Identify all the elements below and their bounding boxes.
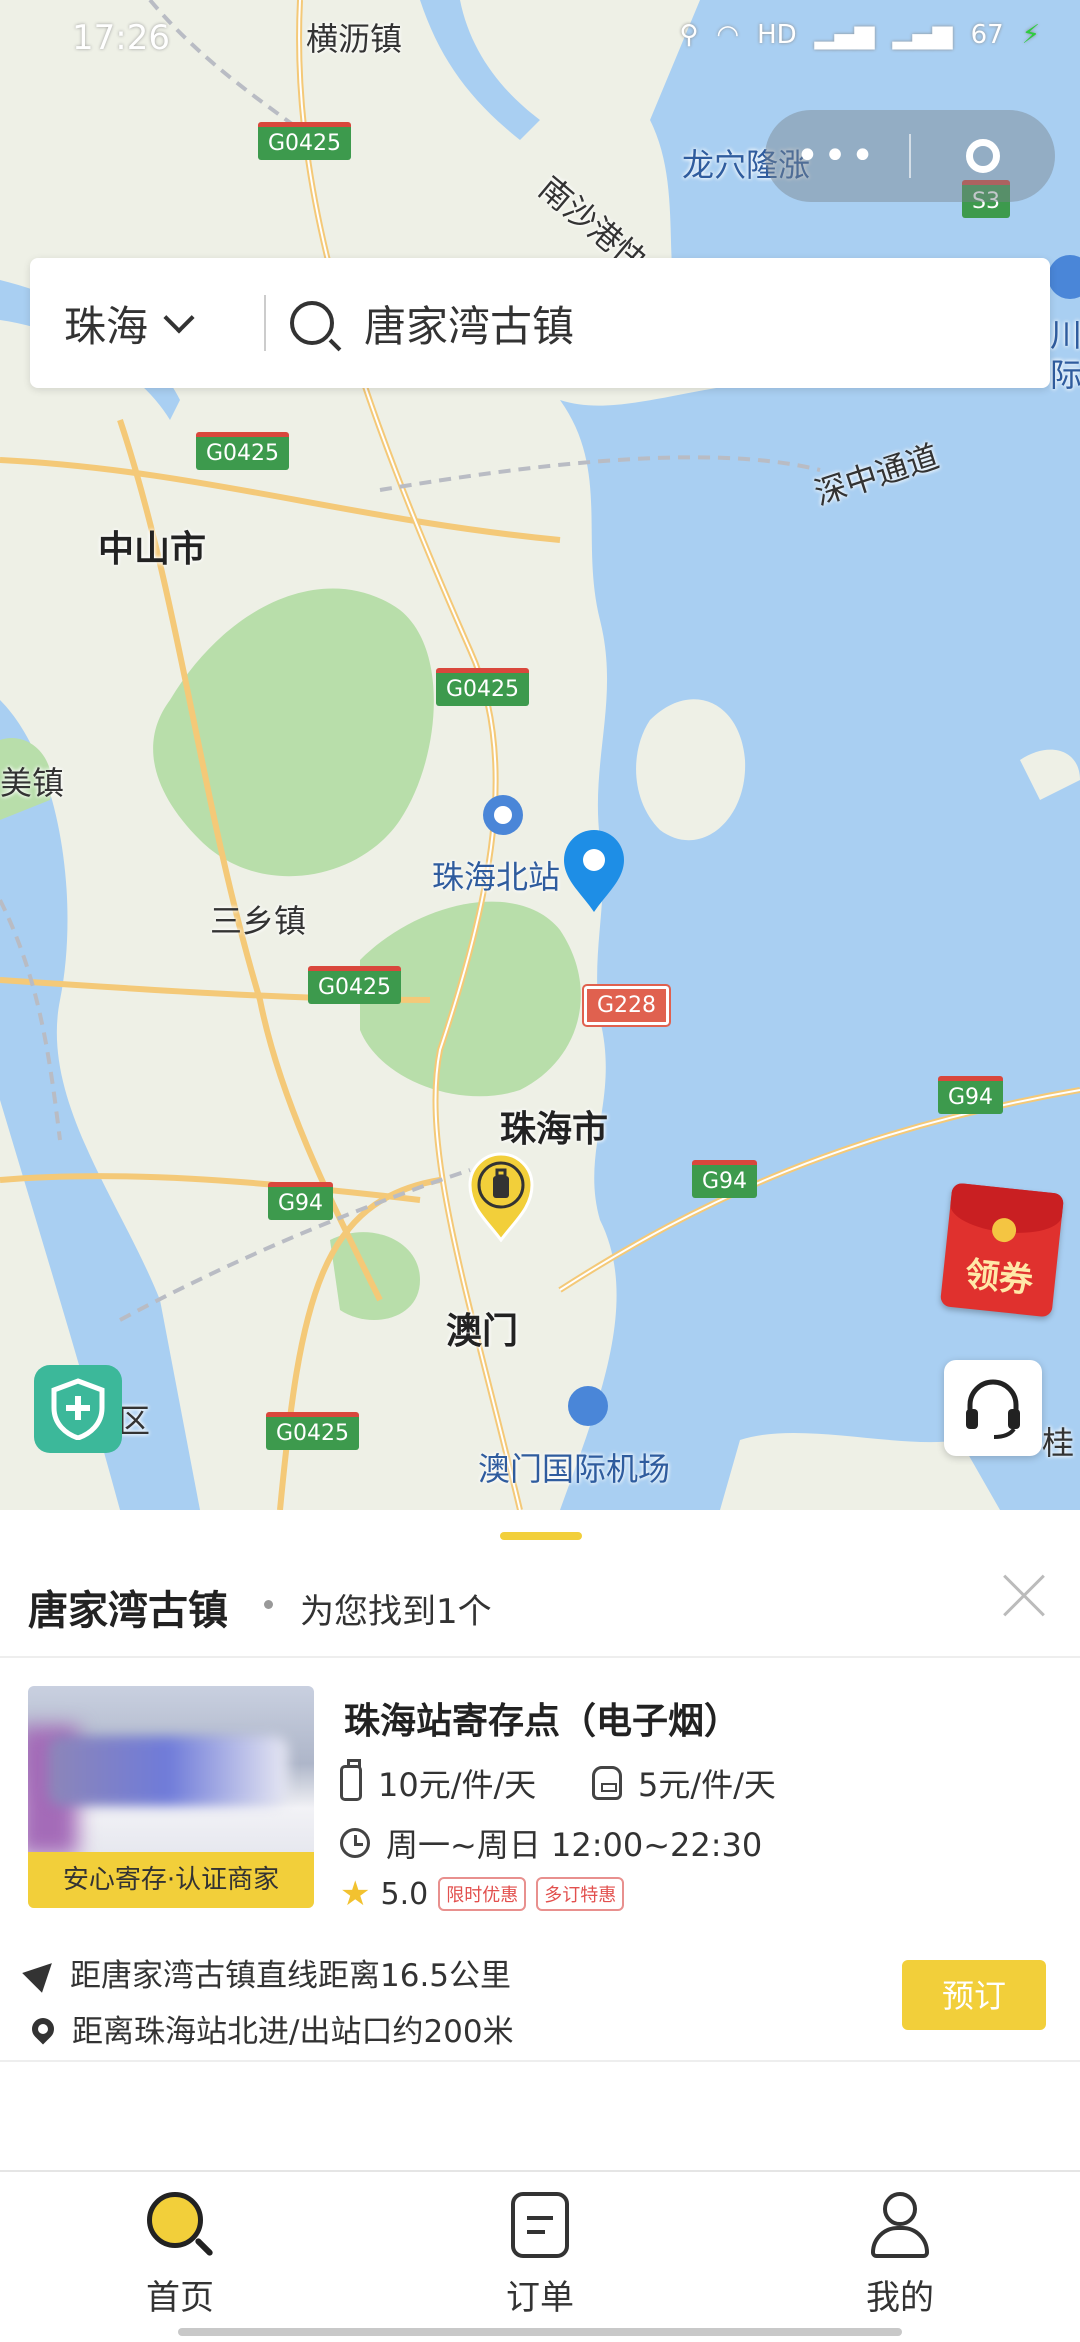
tab-orders-label: 订单 xyxy=(506,2278,574,2318)
bottom-tab-bar: 首页 订单 我的 xyxy=(0,2170,1080,2342)
more-menu-button[interactable]: ••• xyxy=(765,133,909,179)
tab-mine-label: 我的 xyxy=(866,2278,934,2318)
station-distance-text: 距离珠海站北进/出站口约200米 xyxy=(72,2014,514,2050)
tab-mine[interactable]: 我的 xyxy=(800,2192,1000,2319)
highway-shield-g94: G94 xyxy=(938,1076,1004,1114)
search-home-icon xyxy=(147,2192,214,2258)
certified-merchant-badge: 安心寄存·认证商家 xyxy=(28,1852,314,1908)
highway-shield-g94: G94 xyxy=(692,1160,758,1198)
highway-shield-g0425: G0425 xyxy=(258,122,352,160)
map-label-macau: 澳门 xyxy=(446,1311,519,1352)
close-miniprogram-button[interactable] xyxy=(911,139,1055,173)
headset-icon xyxy=(966,1379,1020,1439)
backpack-icon xyxy=(592,1766,622,1800)
tab-home-label: 首页 xyxy=(146,2278,214,2318)
map-label-sanxiang: 三乡镇 xyxy=(210,902,307,940)
book-button[interactable]: 预订 xyxy=(902,1960,1046,2030)
store-name: 珠海站寄存点（电子烟） xyxy=(344,1701,741,1742)
luggage-icon xyxy=(340,1759,362,1801)
highway-shield-g228: G228 xyxy=(581,984,672,1027)
city-selector[interactable]: 珠海 xyxy=(30,293,254,354)
photo-blur xyxy=(48,1736,288,1806)
search-divider xyxy=(264,295,266,351)
shield-plus-icon xyxy=(51,1378,105,1440)
bag-price-text: 5元/件/天 xyxy=(638,1766,776,1804)
safety-button[interactable] xyxy=(34,1365,122,1453)
user-icon xyxy=(867,2192,933,2258)
map-label-zhuhai-city: 珠海市 xyxy=(500,1109,609,1150)
map-label-macau-airport: 澳门国际机场 xyxy=(478,1450,671,1488)
store-rating: ★ 5.0 限时优惠 多订特惠 xyxy=(340,1874,625,1914)
map-canvas xyxy=(0,0,1080,1510)
miniprogram-capsule: ••• xyxy=(765,110,1055,202)
map-view[interactable]: 横沥镇 龙穴隆涨 南沙港快 深中通道 中山市 美镇 三乡镇 珠海北站 珠海市 澳… xyxy=(0,0,1080,1510)
location-status-icon: ⚲ xyxy=(679,20,699,50)
opening-hours-text: 周一~周日 12:00~22:30 xyxy=(386,1826,763,1864)
map-label-jiazhen: 美镇 xyxy=(0,764,65,802)
status-bar: 17:26 ⚲ ◠ HD ▂▄▆ ▂▄▆ 67 ⚡ xyxy=(0,0,1080,80)
highway-shield-g0425: G0425 xyxy=(308,966,402,1004)
coupon-label: 领券 xyxy=(963,1254,1035,1302)
search-input[interactable]: 唐家湾古镇 xyxy=(364,293,574,354)
search-icon xyxy=(290,301,334,345)
dot-separator xyxy=(264,1600,273,1609)
customer-service-button[interactable] xyxy=(944,1360,1042,1456)
opening-hours: 周一~周日 12:00~22:30 xyxy=(340,1820,762,1866)
battery-level: 67 xyxy=(970,20,1004,50)
results-title: 唐家湾古镇 xyxy=(28,1588,228,1634)
search-bar: 珠海 唐家湾古镇 xyxy=(30,258,1050,388)
store-photo: 安心寄存·认证商家 xyxy=(28,1686,314,1908)
distance-info: 距唐家湾古镇直线距离16.5公里 xyxy=(22,1950,512,1995)
promo-tag-multi: 多订特惠 xyxy=(536,1877,625,1911)
map-label-gui: 桂 xyxy=(1042,1424,1075,1462)
map-label-district: 区 xyxy=(118,1402,151,1440)
map-label-ji: 际 xyxy=(1050,356,1080,394)
highway-shield-g94: G94 xyxy=(268,1182,334,1220)
station-distance-info: 距离珠海站北进/出站口约200米 xyxy=(27,2006,514,2051)
tab-home[interactable]: 首页 xyxy=(80,2192,280,2319)
close-icon[interactable] xyxy=(1000,1572,1048,1620)
chevron-down-icon xyxy=(163,302,195,334)
results-header: 唐家湾古镇 为您找到1个 xyxy=(0,1550,1080,1658)
coupon-button[interactable]: 领券 xyxy=(939,1182,1065,1318)
highway-shield-g0425: G0425 xyxy=(436,668,530,706)
promo-tag-limited: 限时优惠 xyxy=(438,1877,527,1911)
target-circle-icon xyxy=(966,139,1000,173)
rating-value: 5.0 xyxy=(380,1876,429,1912)
results-count: 为您找到1个 xyxy=(300,1592,492,1632)
highway-shield-g0425: G0425 xyxy=(196,432,290,470)
orders-icon xyxy=(511,2192,569,2258)
tab-orders[interactable]: 订单 xyxy=(440,2192,640,2319)
map-pin-icon xyxy=(27,2012,59,2045)
bag-price: 5元/件/天 xyxy=(592,1760,776,1806)
wifi-icon: ◠ xyxy=(716,20,740,50)
status-time: 17:26 xyxy=(72,18,170,58)
luggage-price: 10元/件/天 xyxy=(340,1759,537,1806)
highway-shield-g0425: G0425 xyxy=(266,1412,360,1450)
status-icons: ⚲ ◠ HD ▂▄▆ ▂▄▆ 67 ⚡ xyxy=(679,20,1040,50)
signal-icon: ▂▄▆ xyxy=(814,20,875,50)
city-label: 珠海 xyxy=(64,301,149,351)
star-icon: ★ xyxy=(340,1874,371,1914)
map-label-zhongshan: 中山市 xyxy=(98,529,207,570)
clock-icon xyxy=(340,1828,370,1858)
store-card[interactable]: 安心寄存·认证商家 珠海站寄存点（电子烟） 10元/件/天 5元/件/天 周一~… xyxy=(0,1670,1080,2062)
distance-text: 距唐家湾古镇直线距离16.5公里 xyxy=(70,1958,512,1994)
sheet-drag-handle[interactable] xyxy=(500,1532,582,1540)
results-sheet: 唐家湾古镇 为您找到1个 安心寄存·认证商家 珠海站寄存点（电子烟） 10元/件… xyxy=(0,1510,1080,2170)
signal-icon: ▂▄▆ xyxy=(892,20,953,50)
charging-icon: ⚡ xyxy=(1021,20,1040,50)
map-label-zhuhai-north: 珠海北站 xyxy=(432,858,561,896)
home-indicator xyxy=(178,2328,902,2336)
hd-icon: HD xyxy=(757,20,797,50)
luggage-price-text: 10元/件/天 xyxy=(378,1766,537,1804)
navigation-arrow-icon xyxy=(22,1952,62,1993)
